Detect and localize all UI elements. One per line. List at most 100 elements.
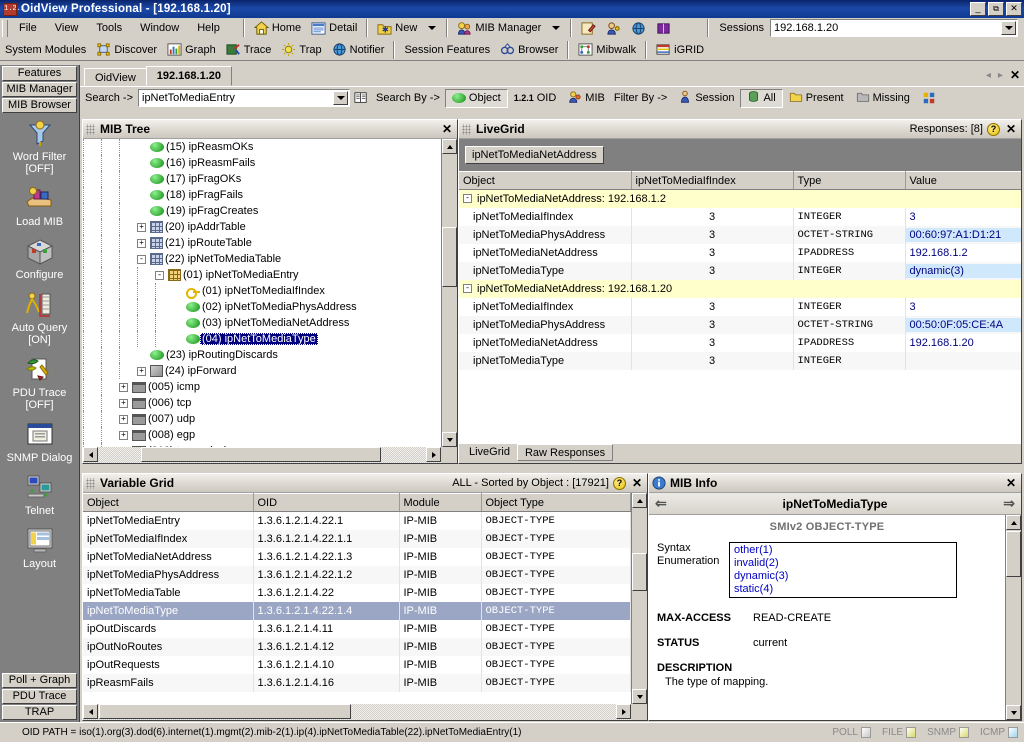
search-by-object-button[interactable]: Object <box>445 89 508 108</box>
mib-tree-scroll-up[interactable] <box>442 139 457 154</box>
sidebar-button-features[interactable]: Features <box>2 66 77 81</box>
sidebar-item-layout[interactable]: Layout <box>0 526 79 570</box>
search-input[interactable]: ipNetToMediaEntry <box>138 89 350 107</box>
menu-grip[interactable] <box>2 20 8 37</box>
tree-expander[interactable]: + <box>119 399 128 408</box>
livegrid-group-row[interactable]: -ipNetToMediaNetAddress: 192.168.1.20 <box>459 280 1021 298</box>
system-modules-button[interactable]: System Modules <box>0 40 91 60</box>
mib-tree-content[interactable]: (15) ipReasmOKs(16) ipReasmFails(17) ipF… <box>83 139 441 447</box>
tab-oidview[interactable]: OidView <box>84 68 147 86</box>
mib-tree-node[interactable]: (01) ipNetToMediaIfIndex <box>83 283 441 299</box>
sidebar-button-mib-manager[interactable]: MIB Manager <box>2 82 77 97</box>
mib-info-vscroll-thumb[interactable] <box>1006 531 1021 577</box>
table-row[interactable]: ipNetToMediaType1.3.6.1.2.1.4.22.1.4IP-M… <box>83 602 631 620</box>
mib-tree-scroll-down[interactable] <box>442 432 457 447</box>
sidebar-button-pdu-trace[interactable]: PDU Trace <box>2 689 77 704</box>
variable-grid-col-oid[interactable]: OID <box>253 494 399 512</box>
search-dropdown-arrow[interactable] <box>333 91 348 105</box>
tree-expander[interactable]: + <box>119 415 128 424</box>
livegrid-col-type[interactable]: Type <box>793 172 905 190</box>
menu-window[interactable]: Window <box>131 20 188 36</box>
mib-tree-node[interactable]: +(006) tcp <box>83 395 441 411</box>
sidebar-button-poll-graph[interactable]: Poll + Graph <box>2 673 77 688</box>
livegrid-cell-value[interactable]: dynamic(3) <box>905 262 1021 280</box>
grid-view-toggle[interactable] <box>916 88 943 108</box>
mib-tree-scroll-left[interactable] <box>83 447 98 462</box>
mib-info-back-button[interactable]: ⇐ <box>655 495 667 512</box>
mdi-close-button[interactable]: ✕ <box>1010 68 1020 82</box>
livegrid-row[interactable]: ipNetToMediaPhysAddress3OCTET-STRING00:6… <box>459 226 1021 244</box>
menu-tools[interactable]: Tools <box>87 20 131 36</box>
livegrid-help-button[interactable]: ? <box>987 123 1000 136</box>
sidebar-item-snmp-dialog[interactable]: SNMP Dialog <box>0 420 79 464</box>
livegrid-row[interactable]: ipNetToMediaNetAddress3IPADDRESS192.168.… <box>459 334 1021 352</box>
mib-tree-node[interactable]: +(20) ipAddrTable <box>83 219 441 235</box>
livegrid-row[interactable]: ipNetToMediaType3INTEGERdynamic(3) <box>459 262 1021 280</box>
mib-info-scroll-up[interactable] <box>1006 515 1021 530</box>
mib-manager-button[interactable]: MIB Manager <box>452 18 546 38</box>
mib-tree-node[interactable]: +(24) ipForward <box>83 363 441 379</box>
search-by-oid-button[interactable]: 1.2.1 OID <box>508 89 563 108</box>
search-book-button[interactable] <box>350 88 373 108</box>
sessions-combo[interactable]: 192.168.1.20 <box>770 19 1018 37</box>
table-row[interactable]: ipNetToMediaPhysAddress1.3.6.1.2.1.4.22.… <box>83 566 631 584</box>
livegrid-cell-value[interactable]: 3 <box>905 298 1021 316</box>
trap-button[interactable]: Trap <box>276 40 326 60</box>
drag-handle-icon[interactable] <box>86 124 95 135</box>
home-button[interactable]: Home <box>249 18 306 38</box>
tab-raw-responses[interactable]: Raw Responses <box>517 444 613 461</box>
tree-expander[interactable]: + <box>119 383 128 392</box>
menu-view[interactable]: View <box>46 20 88 36</box>
group-expander[interactable]: - <box>463 194 472 203</box>
drag-handle-icon-3[interactable] <box>86 478 95 489</box>
livegrid-cell-value[interactable]: 3 <box>905 208 1021 226</box>
menu-help[interactable]: Help <box>188 20 229 36</box>
mib-info-forward-button[interactable]: ⇒ <box>1003 495 1015 512</box>
mib-tree-hscroll-thumb[interactable] <box>141 447 381 462</box>
mib-tree-node[interactable]: (17) ipFragOKs <box>83 171 441 187</box>
mib-tree-node[interactable]: -(22) ipNetToMediaTable <box>83 251 441 267</box>
igrid-button[interactable]: iGRID <box>651 40 709 60</box>
sidebar-button-mib-browser[interactable]: MIB Browser <box>2 98 77 113</box>
tree-expander[interactable]: + <box>137 367 146 376</box>
table-row[interactable]: ipNetToMediaNetAddress1.3.6.1.2.1.4.22.1… <box>83 548 631 566</box>
table-row[interactable]: ipReasmFails1.3.6.1.2.1.4.16IP-MIBOBJECT… <box>83 674 631 692</box>
sidebar-item-configure[interactable]: Configure <box>0 237 79 281</box>
globe-button[interactable] <box>626 18 651 38</box>
variable-grid-col-module[interactable]: Module <box>399 494 481 512</box>
livegrid-col-value[interactable]: Value <box>905 172 1021 190</box>
filter-missing-button[interactable]: Missing <box>850 89 916 108</box>
mib-tree-node[interactable]: (23) ipRoutingDiscards <box>83 347 441 363</box>
variable-grid-scroll-right[interactable] <box>616 704 631 719</box>
variable-grid-hscroll-thumb[interactable] <box>99 704 351 719</box>
tree-expander[interactable]: + <box>119 431 128 440</box>
mib-tree-node[interactable]: +(005) icmp <box>83 379 441 395</box>
book-button[interactable] <box>651 18 676 38</box>
graph-button[interactable]: Graph <box>162 40 221 60</box>
livegrid-row[interactable]: ipNetToMediaPhysAddress3OCTET-STRING00:5… <box>459 316 1021 334</box>
table-row[interactable]: ipOutRequests1.3.6.1.2.1.4.10IP-MIBOBJEC… <box>83 656 631 674</box>
drag-handle-icon-2[interactable] <box>462 124 471 135</box>
livegrid-row[interactable]: ipNetToMediaIfIndex3INTEGER3 <box>459 298 1021 316</box>
livegrid-close-button[interactable]: ✕ <box>1004 122 1018 136</box>
livegrid-col-ifindex[interactable]: ipNetToMediaIfIndex <box>631 172 793 190</box>
mib-tree-node[interactable]: (02) ipNetToMediaPhysAddress <box>83 299 441 315</box>
detail-button[interactable]: Detail <box>306 18 362 38</box>
mib-tree-node[interactable]: (18) ipFragFails <box>83 187 441 203</box>
table-row[interactable]: ipOutDiscards1.3.6.1.2.1.4.11IP-MIBOBJEC… <box>83 620 631 638</box>
filter-session-button[interactable]: Session <box>672 89 740 108</box>
menu-file[interactable]: File <box>10 20 46 36</box>
variable-grid-hscrollbar[interactable] <box>83 704 631 720</box>
search-by-mib-button[interactable]: MIB <box>562 89 611 108</box>
livegrid-cell-value[interactable]: 192.168.1.20 <box>905 334 1021 352</box>
mib-info-scroll-down[interactable] <box>1006 705 1021 720</box>
mib-tree-vscroll-thumb[interactable] <box>442 227 457 287</box>
sidebar-item-telnet[interactable]: Telnet <box>0 473 79 517</box>
mib-tree-node[interactable]: (03) ipNetToMediaNetAddress <box>83 315 441 331</box>
mdi-next-button[interactable]: ▸ <box>998 70 1003 81</box>
livegrid-group-chip[interactable]: ipNetToMediaNetAddress <box>465 146 604 164</box>
variable-grid-scroll-down[interactable] <box>632 689 647 704</box>
mibwalk-button[interactable]: Mibwalk <box>573 40 641 60</box>
mib-tree-vscrollbar[interactable] <box>441 139 457 447</box>
sidebar-item-auto-query[interactable]: Auto Query [ON] <box>0 290 79 346</box>
